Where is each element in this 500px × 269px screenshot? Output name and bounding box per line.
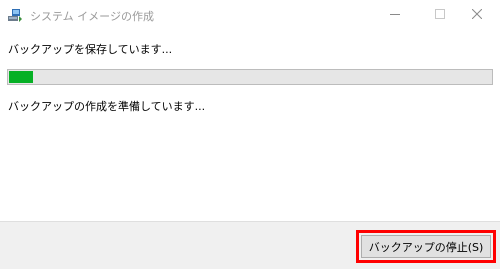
progress-bar-fill <box>9 71 33 83</box>
close-button[interactable] <box>455 0 500 30</box>
status-text: バックアップを保存しています... <box>8 43 173 56</box>
window-title: システム イメージの作成 <box>30 10 154 23</box>
minimize-icon <box>390 14 400 15</box>
stop-backup-button[interactable]: バックアップの停止(S) <box>361 235 491 258</box>
maximize-icon <box>435 9 445 19</box>
close-icon <box>472 9 482 19</box>
system-image-backup-icon <box>7 7 23 23</box>
title-bar: システム イメージの作成 <box>0 0 500 30</box>
minimize-button[interactable] <box>373 0 418 30</box>
progress-bar <box>7 69 493 85</box>
detail-text: バックアップの作成を準備しています... <box>8 100 206 113</box>
